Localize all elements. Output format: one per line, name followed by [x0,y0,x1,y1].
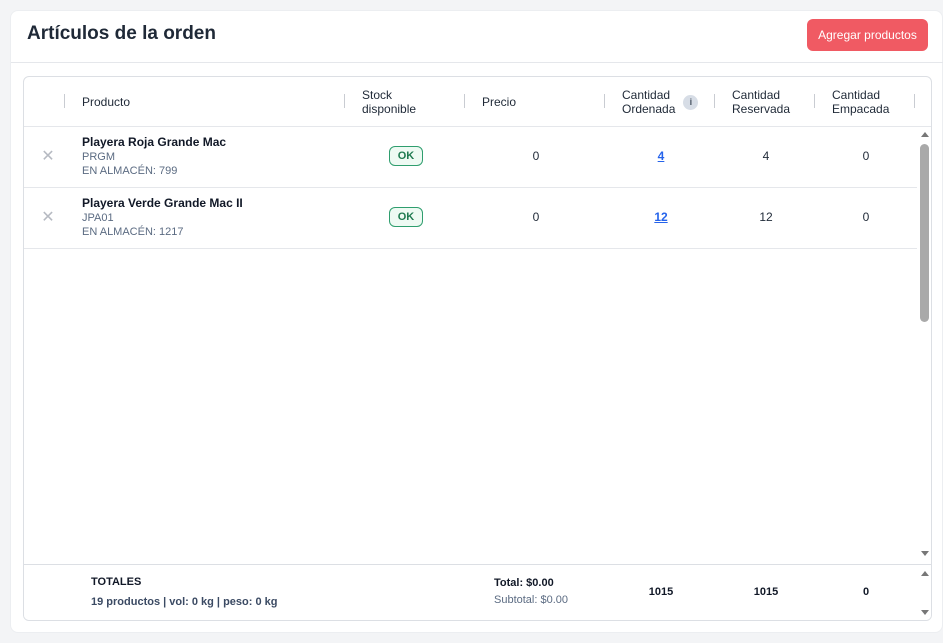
order-items-table: Producto Stock disponible Precio Cantidad… [23,76,932,621]
status-badge: OK [389,207,423,227]
ordered-qty-link[interactable]: 4 [658,149,665,163]
scroll-down-icon[interactable] [921,610,929,615]
price-cell: 0 [532,210,540,224]
close-icon[interactable]: ✕ [40,149,56,165]
column-separator [814,94,815,108]
column-header-reserved: Cantidad Reservada [732,88,791,116]
table-scrollbar[interactable] [917,127,931,564]
totals-reserved: 1015 [753,586,779,598]
totals-subtotal: Subtotal: $0.00 [494,594,569,606]
status-badge: OK [389,146,423,166]
ordered-qty-link[interactable]: 12 [654,210,667,224]
column-separator [64,94,65,108]
add-products-button[interactable]: Agregar productos [807,19,928,51]
product-stock: EN ALMACÉN: 1217 [82,226,184,238]
scroll-up-icon[interactable] [921,132,929,137]
totals-packed: 0 [862,586,870,598]
totals-label: TOTALES [91,576,142,588]
card-header: Artículos de la orden Agregar productos [11,11,943,63]
product-sku: JPA01 [82,212,114,224]
order-items-card: Artículos de la orden Agregar productos … [10,10,943,633]
column-header-product: Producto [82,95,131,109]
product-name: Playera Roja Grande Mac [82,135,227,149]
totals-detail: 19 productos | vol: 0 kg | peso: 0 kg [91,596,278,608]
ordered-cell: 12 [641,210,681,224]
column-separator [914,94,915,108]
scrollbar-thumb[interactable] [920,144,929,322]
table-body: ✕ Playera Roja Grande Mac PRGM EN ALMACÉ… [24,127,917,564]
table-row: ✕ Playera Roja Grande Mac PRGM EN ALMACÉ… [24,127,917,188]
product-stock: EN ALMACÉN: 799 [82,165,178,177]
price-cell: 0 [532,149,540,163]
packed-cell: 0 [862,149,870,163]
scroll-up-icon[interactable] [921,571,929,576]
column-header-packed: Cantidad Empacada [832,88,890,116]
totals-ordered: 1015 [648,586,674,598]
totals-total: Total: $0.00 [494,577,554,589]
column-separator [604,94,605,108]
column-header-price: Precio [482,95,517,109]
product-name: Playera Verde Grande Mac II [82,196,243,210]
reserved-cell: 12 [759,210,773,224]
totals-row: TOTALES 19 productos | vol: 0 kg | peso:… [24,564,931,620]
column-separator [464,94,465,108]
ordered-cell: 4 [641,149,681,163]
page-title: Artículos de la orden [27,23,216,44]
table-header: Producto Stock disponible Precio Cantidad… [24,77,931,127]
packed-cell: 0 [862,210,870,224]
scroll-down-icon[interactable] [921,551,929,556]
close-icon[interactable]: ✕ [40,210,56,226]
totals-scrollbar[interactable] [917,565,931,620]
product-sku: PRGM [82,151,115,163]
column-header-stock: Stock disponible [362,88,417,116]
column-separator [344,94,345,108]
column-separator [714,94,715,108]
column-header-ordered: Cantidad Ordenada i [622,77,699,127]
reserved-cell: 4 [762,149,770,163]
table-row: ✕ Playera Verde Grande Mac II JPA01 EN A… [24,188,917,249]
info-icon[interactable]: i [683,94,699,110]
